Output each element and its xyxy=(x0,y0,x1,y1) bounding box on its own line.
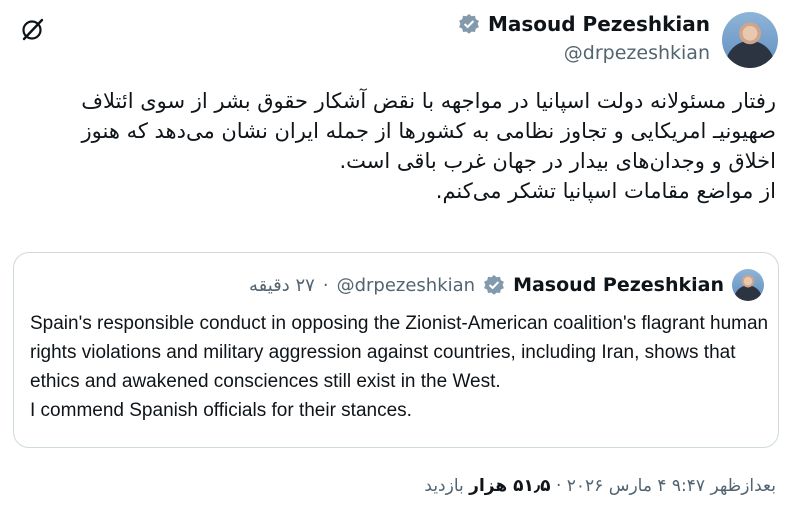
verified-badge-icon xyxy=(459,14,479,34)
author-avatar[interactable] xyxy=(722,12,778,68)
tweet-paragraph: از مواضع مقامات اسپانیا تشکر می‌کنم. xyxy=(435,179,776,203)
tweet-time[interactable]: بعدازظهر ۹:۴۷ xyxy=(672,476,776,496)
author-handle[interactable]: @drpezeshkian xyxy=(564,42,710,64)
tweet-paragraph: رفتار مسئولانه دولت اسپانیا در مواجهه با… xyxy=(81,89,776,173)
tweet-meta: بعدازظهر ۹:۴۷ ۴ مارس ۲۰۲۶ · ۵۱٫۵ هزار با… xyxy=(424,476,776,496)
tweet-date[interactable]: ۴ مارس ۲۰۲۶ xyxy=(567,476,667,496)
author-name-row[interactable]: Masoud Pezeshkian xyxy=(458,12,710,36)
quoted-author-handle: @drpezeshkian xyxy=(336,274,476,296)
quoted-tweet-card[interactable]: Masoud Pezeshkian @drpezeshkian · ۲۷ دقی… xyxy=(13,252,779,448)
quoted-author-avatar xyxy=(732,269,764,301)
quoted-paragraph: I commend Spanish officials for their st… xyxy=(30,400,412,421)
tweet-header: Masoud Pezeshkian @drpezeshkian xyxy=(14,8,778,72)
grok-icon[interactable] xyxy=(20,16,46,42)
quoted-tweet-header: Masoud Pezeshkian @drpezeshkian · ۲۷ دقی… xyxy=(249,267,764,303)
verified-badge-icon xyxy=(484,275,504,295)
separator-dot: · xyxy=(555,476,562,496)
quoted-timestamp: ۲۷ دقیقه xyxy=(248,274,315,296)
author-name[interactable]: Masoud Pezeshkian xyxy=(488,12,710,36)
quoted-paragraph: Spain's responsible conduct in opposing … xyxy=(30,313,769,392)
views-count: ۵۱٫۵ هزار xyxy=(469,476,551,496)
tweet-body: رفتار مسئولانه دولت اسپانیا در مواجهه با… xyxy=(36,86,776,206)
views-label: بازدید xyxy=(424,476,464,496)
separator-dot: · xyxy=(322,274,329,296)
quoted-tweet-body: Spain's responsible conduct in opposing … xyxy=(30,309,770,425)
quoted-author-name: Masoud Pezeshkian xyxy=(513,274,724,296)
